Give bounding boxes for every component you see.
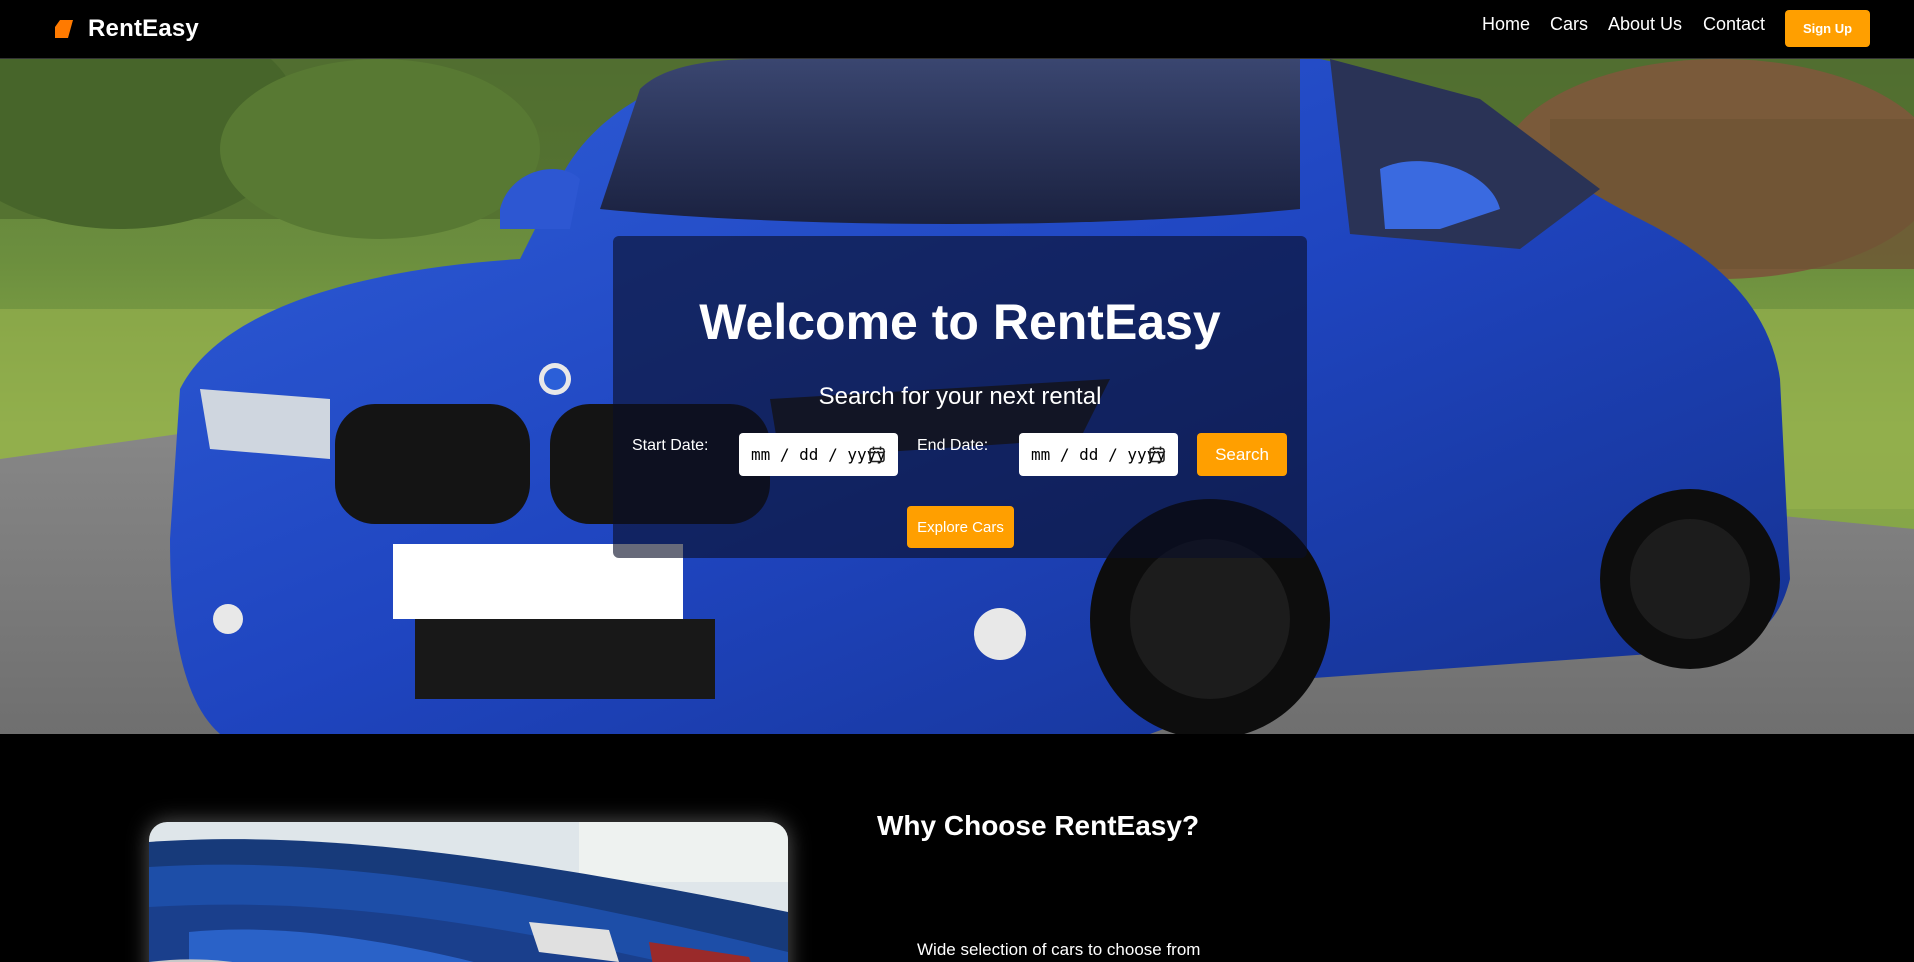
feature-item: Wide selection of cars to choose from — [917, 940, 1201, 959]
start-date-label: Start Date: — [632, 437, 709, 454]
sign-up-button[interactable]: Sign Up — [1785, 10, 1870, 47]
search-button[interactable]: Search — [1197, 433, 1287, 476]
calendar-icon[interactable] — [869, 446, 885, 463]
search-panel: Welcome to RentEasy Search for your next… — [613, 236, 1307, 558]
why-title: Why Choose RentEasy? — [877, 810, 1200, 841]
nav-link-cars[interactable]: Cars — [1550, 14, 1588, 35]
nav-link-home[interactable]: Home — [1482, 14, 1530, 35]
navbar: RentEasy Home Cars About Us Contact Sign… — [0, 0, 1914, 59]
hero-title: Welcome to RentEasy — [699, 294, 1221, 350]
hero-subtitle: Search for your next rental — [818, 383, 1102, 410]
brand-name: RentEasy — [88, 15, 199, 42]
end-date-input[interactable]: mm / dd / yyyy — [1019, 433, 1178, 476]
tag-icon — [55, 20, 73, 38]
brand[interactable]: RentEasy — [54, 15, 199, 43]
explore-cars-button[interactable]: Explore Cars — [907, 506, 1014, 548]
end-date-label: End Date: — [917, 437, 989, 454]
end-date-placeholder: mm / dd / yyyy — [1031, 445, 1166, 464]
fleet-cars-image — [149, 822, 788, 962]
hero-section: Welcome to RentEasy Search for your next… — [0, 59, 1914, 734]
why-section: Why Choose RentEasy? Wide selection of c… — [0, 734, 1914, 962]
calendar-icon[interactable] — [1149, 446, 1165, 463]
nav-link-contact[interactable]: Contact — [1703, 14, 1765, 35]
nav-link-about[interactable]: About Us — [1608, 14, 1682, 35]
start-date-placeholder: mm / dd / yyyy — [751, 445, 886, 464]
start-date-input[interactable]: mm / dd / yyyy — [739, 433, 898, 476]
